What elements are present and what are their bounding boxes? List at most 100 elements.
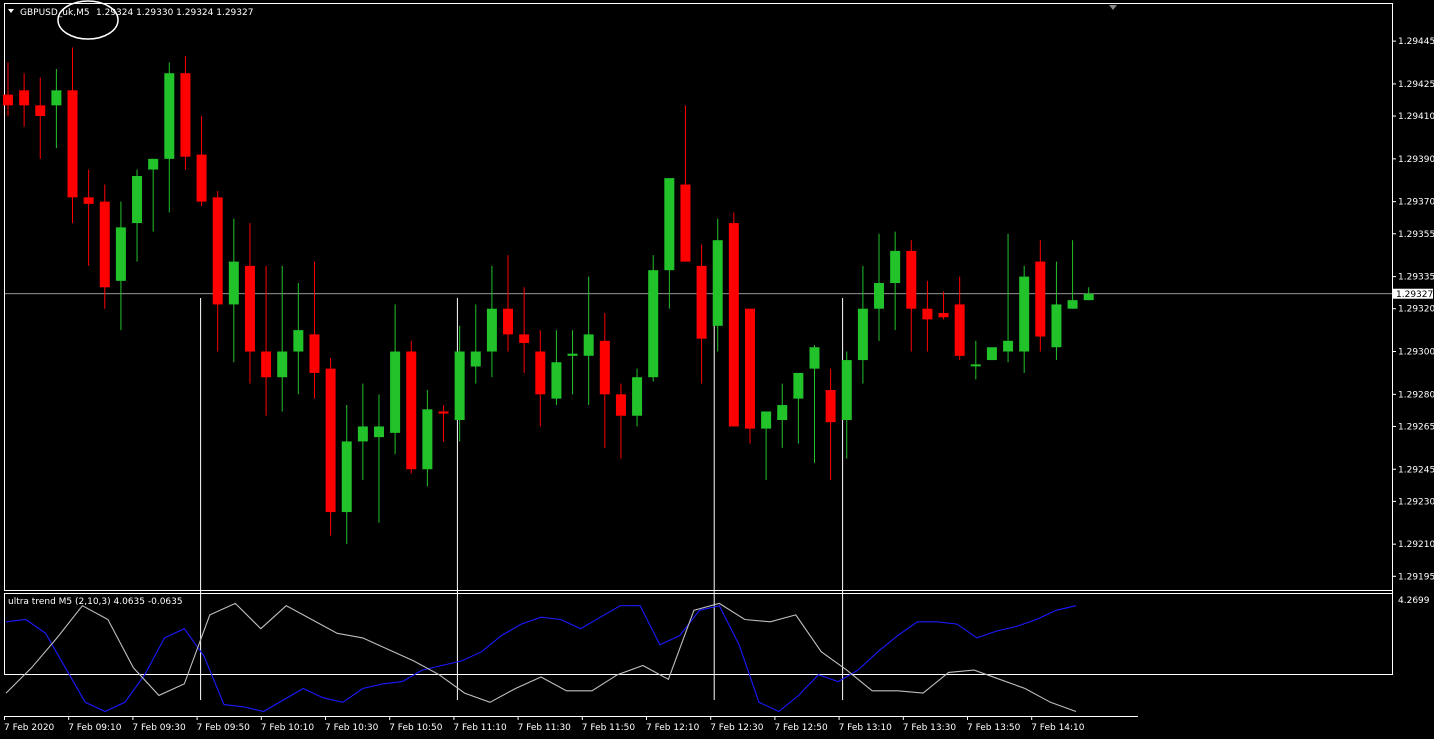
candle-body (19, 90, 30, 106)
candle-body (970, 364, 981, 367)
time-tick-label: 7 Feb 13:30 (903, 723, 957, 733)
price-tick-label: 1.29445 (1398, 37, 1434, 47)
time-tick-label: 7 Feb 12:10 (646, 723, 700, 733)
candle-body (551, 362, 562, 399)
price-tick-label: 1.29320 (1398, 305, 1434, 315)
candle-body (309, 334, 320, 373)
price-tick-label: 1.29230 (1398, 497, 1434, 507)
candle-body (1019, 276, 1030, 352)
candle-body (793, 372, 804, 399)
indicator-header: ultra trend M5 (2,10,3) 4.0635 -0.0635 (8, 597, 183, 607)
candle-body (67, 90, 78, 198)
time-tick-label: 7 Feb 12:30 (710, 723, 764, 733)
candle-body (406, 351, 417, 470)
price-tick-label: 1.29195 (1398, 572, 1434, 582)
candle-body (83, 197, 94, 204)
candle-body (954, 304, 965, 356)
candle-body (632, 377, 643, 416)
candle-body (454, 351, 465, 421)
price-tick-label: 1.29245 (1398, 465, 1434, 475)
candle-body (680, 184, 691, 262)
candle-body (228, 261, 239, 305)
candle-body (906, 250, 917, 309)
candle-body (599, 340, 610, 395)
time-tick-label: 7 Feb 10:10 (261, 723, 315, 733)
time-tick-label: 7 Feb 2020 (4, 723, 55, 733)
price-tick-label: 1.29370 (1398, 198, 1434, 208)
candle-body (486, 308, 497, 352)
current-price-label: 1.29327 (1396, 290, 1433, 300)
time-tick-label: 7 Feb 13:50 (967, 723, 1021, 733)
candle-body (1083, 293, 1094, 301)
time-tick-label: 7 Feb 11:50 (582, 723, 636, 733)
candle-body (712, 240, 723, 326)
time-tick-label: 7 Feb 13:10 (839, 723, 893, 733)
price-tick-label: 1.29280 (1398, 390, 1434, 400)
candle-body (438, 411, 449, 414)
candle-body (196, 154, 207, 202)
candle-body (148, 158, 159, 170)
price-tick-label: 1.29335 (1398, 273, 1434, 283)
time-tick-label: 7 Feb 11:30 (518, 723, 572, 733)
time-tick-label: 7 Feb 09:10 (68, 723, 122, 733)
price-tick-label: 1.29300 (1398, 348, 1434, 358)
candle-body (51, 90, 62, 106)
candle-body (1035, 261, 1046, 337)
candle-body (341, 441, 352, 513)
candle-body (857, 308, 868, 361)
candle-body (986, 347, 997, 361)
candle-body (1051, 304, 1062, 348)
candle-body (615, 394, 626, 416)
candle-body (825, 390, 836, 423)
time-tick-label: 7 Feb 09:30 (132, 723, 186, 733)
candle-body (35, 105, 46, 117)
candle-body (874, 283, 885, 309)
candle-body (922, 308, 933, 320)
candle-body (277, 351, 288, 378)
candle-body (841, 360, 852, 421)
time-tick-label: 7 Feb 10:30 (325, 723, 379, 733)
price-tick-label: 1.29425 (1398, 80, 1434, 90)
candle-body (132, 175, 143, 224)
time-tick-label: 7 Feb 12:50 (774, 723, 828, 733)
candle-body (696, 265, 707, 339)
candle-body (744, 308, 755, 429)
price-tick-label: 1.29210 (1398, 540, 1434, 550)
price-tick-label: 1.29410 (1398, 112, 1434, 122)
ohlc-values: 1.29324 1.29330 1.29324 1.29327 (96, 8, 253, 18)
candle-body (809, 347, 820, 369)
candle-body (373, 426, 384, 438)
candle-body (390, 351, 401, 433)
candle-body (261, 351, 272, 378)
candle-body (244, 265, 255, 352)
candle-body (357, 426, 368, 442)
symbol-timeframe: GBPUSD_uk,M5 (20, 8, 90, 18)
price-tick-label: 1.29390 (1398, 155, 1434, 165)
price-axis-ticks: 1.29445 1.29425 1.29410 1.29390 1.29370 1.293… (1392, 37, 1434, 582)
candle-body (99, 201, 110, 288)
candle-body (728, 223, 739, 427)
trading-chart: 1.29445 1.29425 1.29410 1.29390 1.29370 1.293… (0, 0, 1434, 739)
time-tick-label: 7 Feb 10:50 (389, 723, 443, 733)
candle-body (293, 330, 304, 352)
candle-body (325, 368, 336, 513)
candle-body (938, 312, 949, 318)
candle-body (567, 353, 578, 356)
candle-body (470, 351, 481, 367)
candle-body (1067, 300, 1078, 309)
candle-body (1003, 340, 1014, 352)
candle-body (180, 73, 191, 157)
candle-body (503, 308, 514, 335)
time-tick-label: 7 Feb 11:10 (453, 723, 507, 733)
candle-body (535, 351, 546, 395)
time-tick-label: 7 Feb 09:50 (197, 723, 251, 733)
price-tick-label: 1.29265 (1398, 422, 1434, 432)
price-tick-label: 1.29355 (1398, 230, 1434, 240)
candle-body (164, 73, 175, 159)
candle-body (3, 94, 13, 106)
candle-body (761, 411, 772, 429)
time-tick-label: 7 Feb 14:10 (1031, 723, 1085, 733)
candle-body (664, 178, 675, 271)
candle-body (777, 405, 788, 421)
candle-body (583, 334, 594, 356)
